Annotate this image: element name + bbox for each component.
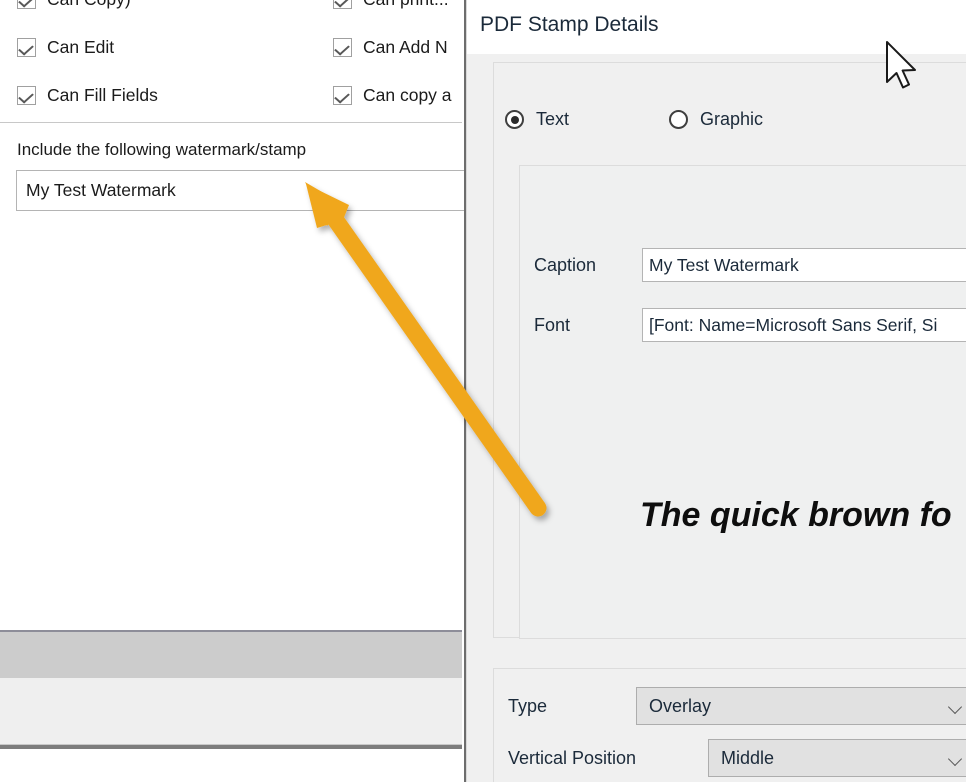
stamp-text-panel: Caption Font The quick brown fo bbox=[519, 165, 966, 639]
background-footer-strip bbox=[0, 678, 462, 744]
checkmark-icon bbox=[333, 86, 352, 105]
type-row: Type Overlay bbox=[508, 687, 966, 725]
stamp-settings-groupbox: Text Graphic Caption Font The quick brow… bbox=[493, 62, 966, 639]
background-footer-divider bbox=[0, 744, 462, 749]
permissions-row: Can Fill Fields Can copy a bbox=[0, 86, 462, 134]
permission-label: Can Edit bbox=[47, 36, 115, 57]
font-input[interactable] bbox=[642, 308, 966, 342]
stamp-kind-radio-group: Text Graphic bbox=[505, 109, 763, 130]
radio-circle-icon bbox=[669, 110, 689, 129]
permission-checkbox-can-fill-fields[interactable]: Can Fill Fields bbox=[17, 86, 158, 105]
checkmark-icon bbox=[333, 38, 352, 57]
pdf-stamp-details-dialog: PDF Stamp Details Text Graphic Caption F… bbox=[466, 0, 966, 782]
checkmark-icon bbox=[333, 0, 352, 9]
permission-label: Can Add N bbox=[363, 36, 448, 57]
font-field-row: Font bbox=[534, 308, 966, 342]
font-label: Font bbox=[534, 314, 571, 335]
checkmark-icon bbox=[17, 0, 36, 9]
vertical-position-dropdown-value: Middle bbox=[721, 747, 775, 768]
permission-label: Can Copy) bbox=[47, 0, 131, 8]
caption-field-row: Caption bbox=[534, 248, 966, 282]
stamp-placement-groupbox: Type Overlay Vertical Position Middle bbox=[493, 668, 966, 782]
background-toolbar-strip bbox=[0, 630, 462, 680]
watermark-text-input[interactable] bbox=[16, 170, 466, 211]
checkmark-icon bbox=[17, 38, 36, 57]
checkmark-icon bbox=[17, 86, 36, 105]
permission-label: Can copy a bbox=[363, 84, 452, 105]
background-permissions-window: Can Copy) Can print... Can Edit Can Add … bbox=[0, 0, 466, 782]
chevron-down-icon bbox=[949, 754, 963, 763]
permissions-row: Can Edit Can Add N bbox=[0, 38, 462, 86]
vertical-position-dropdown[interactable]: Middle bbox=[708, 739, 966, 777]
radio-option-graphic[interactable]: Graphic bbox=[669, 109, 763, 130]
radio-option-text[interactable]: Text bbox=[505, 109, 569, 130]
permission-checkbox-can-add-notes[interactable]: Can Add N bbox=[333, 38, 448, 57]
radio-label: Graphic bbox=[700, 109, 764, 129]
permission-checkbox-can-print[interactable]: Can print... bbox=[333, 0, 449, 9]
vertical-position-row: Vertical Position Middle bbox=[508, 739, 966, 777]
dialog-titlebar: PDF Stamp Details bbox=[467, 0, 966, 54]
dialog-title: PDF Stamp Details bbox=[480, 13, 659, 36]
font-preview-sample-text: The quick brown fo bbox=[640, 496, 952, 534]
type-dropdown-value: Overlay bbox=[649, 695, 712, 716]
permission-checkbox-can-edit[interactable]: Can Edit bbox=[17, 38, 114, 57]
permission-checkbox-can-copy[interactable]: Can Copy) bbox=[17, 0, 131, 9]
permission-label: Can print... bbox=[363, 0, 449, 8]
radio-label: Text bbox=[536, 109, 570, 129]
vertical-position-label: Vertical Position bbox=[508, 747, 637, 768]
permission-checkbox-can-copy-accessibility[interactable]: Can copy a bbox=[333, 86, 452, 105]
watermark-section-label: Include the following watermark/stamp bbox=[17, 140, 307, 159]
caption-input[interactable] bbox=[642, 248, 966, 282]
caption-label: Caption bbox=[534, 254, 597, 275]
radio-dot-icon bbox=[505, 110, 524, 129]
type-dropdown[interactable]: Overlay bbox=[636, 687, 966, 725]
section-divider bbox=[0, 122, 462, 123]
permission-label: Can Fill Fields bbox=[47, 84, 158, 105]
chevron-down-icon bbox=[949, 702, 963, 711]
dialog-left-edge bbox=[466, 0, 467, 782]
permissions-row: Can Copy) Can print... bbox=[0, 0, 462, 38]
type-label: Type bbox=[508, 695, 548, 716]
permissions-grid: Can Copy) Can print... Can Edit Can Add … bbox=[0, 0, 462, 134]
